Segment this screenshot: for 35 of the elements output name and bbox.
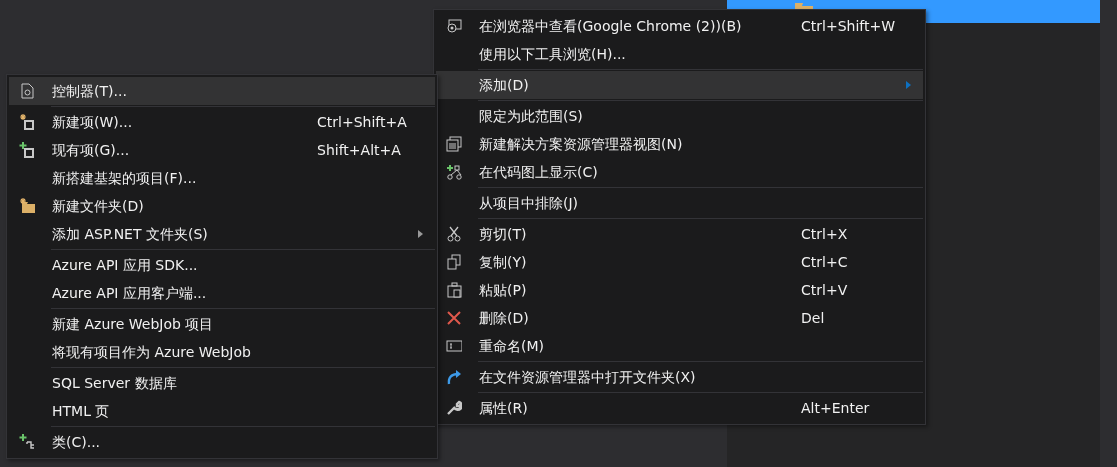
menu-item-label: 新建 Azure WebJob 项目 xyxy=(52,316,214,332)
menu-item-label: Azure API 应用 SDK... xyxy=(52,257,198,273)
menu-item-label: 新建解决方案资源管理器视图(N) xyxy=(479,136,683,152)
menu-item-label: 添加(D) xyxy=(479,77,529,93)
menu-item-label: 复制(Y) xyxy=(479,254,527,270)
menu-item-label: SQL Server 数据库 xyxy=(52,375,177,391)
menu-item-label: 使用以下工具浏览(H)... xyxy=(479,46,626,62)
menu-item-label: 新建文件夹(D) xyxy=(52,198,144,214)
menu-item-label: 新建项(W)... xyxy=(52,114,133,130)
menu-item-label: 从项目中排除(J) xyxy=(479,195,579,211)
shortcut-text: Ctrl+C xyxy=(801,254,848,270)
menu-item-label: 剪切(T) xyxy=(479,226,527,242)
menu-item-label: 在文件资源管理器中打开文件夹(X) xyxy=(479,369,696,385)
shortcut-text: Ctrl+Shift+W xyxy=(801,18,896,34)
shortcut-text: Alt+Enter xyxy=(801,400,870,416)
menu-item-label: 现有项(G)... xyxy=(52,142,130,158)
shortcut-text: Ctrl+X xyxy=(801,226,848,242)
menu-item-label: 粘贴(P) xyxy=(479,282,527,298)
menu-item-label: 在代码图上显示(C) xyxy=(479,164,598,180)
menu-item-label: 类(C)... xyxy=(52,434,101,450)
menu-item-label: 在浏览器中查看(Google Chrome (2))(B) xyxy=(479,18,742,34)
menu-item-label: 新搭建基架的项目(F)... xyxy=(52,170,197,186)
menu-item-label: 删除(D) xyxy=(479,310,529,326)
menu-item-label: 重命名(M) xyxy=(479,338,544,354)
menu-item-label: 将现有项目作为 Azure WebJob xyxy=(52,344,251,360)
menu-item-label: HTML 页 xyxy=(52,403,110,419)
menu-item-label: 属性(R) xyxy=(479,400,528,416)
shortcut-text: Ctrl+V xyxy=(801,282,848,298)
menu-item-label: Azure API 应用客户端... xyxy=(52,285,207,301)
menu-item-label: 控制器(T)... xyxy=(52,83,127,99)
shortcut-text: Ctrl+Shift+A xyxy=(317,114,407,130)
menu-item-label: 限定为此范围(S) xyxy=(479,108,583,124)
shortcut-text: Shift+Alt+A xyxy=(317,142,401,158)
menu-item-label: 添加 ASP.NET 文件夹(S) xyxy=(52,226,208,242)
shortcut-text: Del xyxy=(801,310,825,326)
